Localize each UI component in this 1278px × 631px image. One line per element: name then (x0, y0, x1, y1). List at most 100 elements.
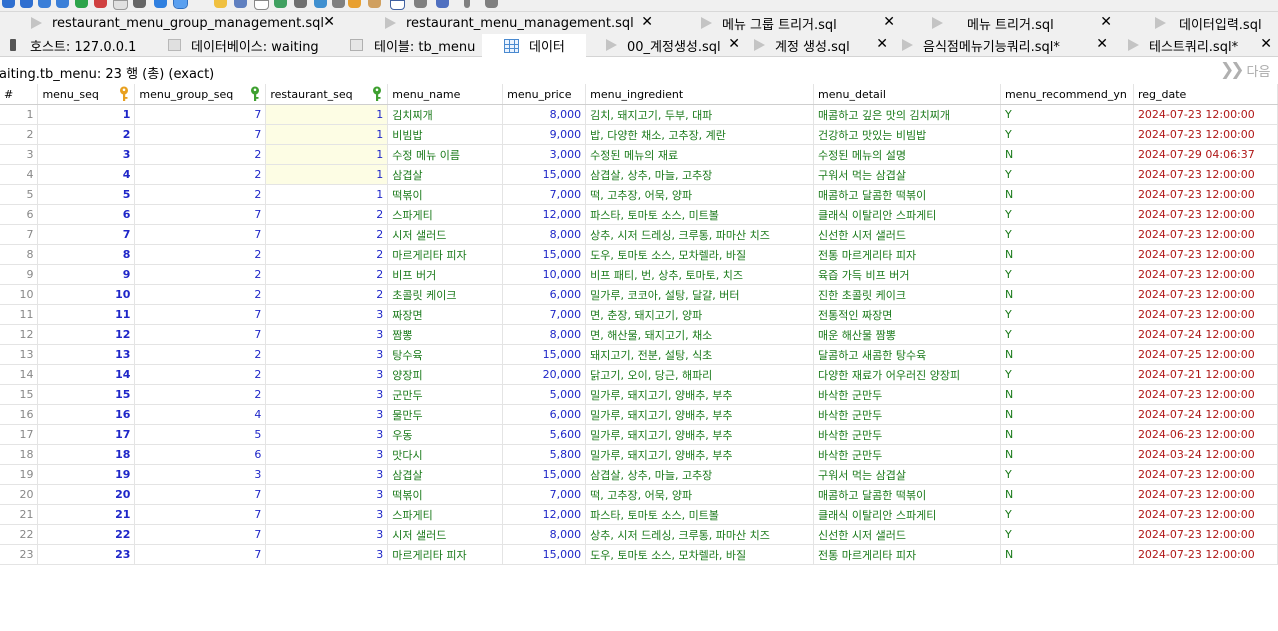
cell-menu-recommend-yn[interactable]: Y (1000, 324, 1134, 345)
delete-row-icon[interactable] (94, 0, 107, 8)
cell-menu-seq[interactable]: 18 (37, 444, 136, 465)
cell-restaurant-seq[interactable]: 1 (265, 104, 389, 125)
cell-menu-detail[interactable]: 전통적인 짜장면 (813, 304, 1001, 325)
table-row[interactable]: 23 23 7 3 마르게리타 피자 15,000 도우, 토마토 소스, 모차렐라, 바질… (0, 544, 1278, 565)
cell-menu-group-seq[interactable]: 7 (134, 544, 267, 565)
cell-menu-name[interactable]: 짜장면 (387, 304, 504, 325)
cell-menu-price[interactable]: 15,000 (502, 164, 587, 185)
cell-menu-ingredient[interactable]: 상추, 시저 드레싱, 크루통, 파마산 치즈 (585, 524, 815, 545)
cell-menu-name[interactable]: 비프 버거 (387, 264, 504, 285)
table-row[interactable]: 16 16 4 3 물만두 6,000 밀가루, 돼지고기, 양배추, 부추 바삭한 군만두 N… (0, 404, 1278, 425)
cell-menu-seq[interactable]: 3 (37, 144, 136, 165)
cancel-icon[interactable] (133, 0, 146, 8)
cell-menu-name[interactable]: 삼겹살 (387, 464, 504, 485)
close-icon[interactable]: ✕ (1100, 14, 1112, 30)
close-icon[interactable]: ✕ (323, 14, 335, 30)
cell-reg-date[interactable]: 2024-07-25 12:00:00 (1133, 344, 1278, 365)
cell-menu-seq[interactable]: 1 (37, 104, 136, 125)
cell-restaurant-seq[interactable]: 3 (265, 404, 389, 425)
table-row[interactable]: 2 2 7 1 비빔밥 9,000 밥, 다양한 채소, 고추장, 계란 건강하고 맛있는 비… (0, 124, 1278, 145)
cell-menu-group-seq[interactable]: 7 (134, 324, 267, 345)
cell-menu-detail[interactable]: 매운 해산물 짬뽕 (813, 324, 1001, 345)
save-icon[interactable] (234, 0, 247, 8)
table-row[interactable]: 1 1 7 1 김치찌개 8,000 김치, 돼지고기, 두부, 대파 매콤하고 깊은 맛의 … (0, 104, 1278, 125)
cell-menu-group-seq[interactable]: 7 (134, 124, 267, 145)
table-row[interactable]: 20 20 7 3 떡볶이 7,000 떡, 고추장, 어묵, 양파 매콤하고 달콤한 떡볶이… (0, 484, 1278, 505)
cell-menu-price[interactable]: 5,000 (502, 384, 587, 405)
cell-menu-name[interactable]: 맛다시 (387, 444, 504, 465)
cell-menu-ingredient[interactable]: 도우, 토마토 소스, 모차렐라, 바질 (585, 244, 815, 265)
cell-menu-recommend-yn[interactable]: Y (1000, 304, 1134, 325)
table-row[interactable]: 18 18 6 3 맛다시 5,800 밀가루, 돼지고기, 양배추, 부추 바삭한 군만두 N… (0, 444, 1278, 465)
cell-menu-ingredient[interactable]: 파스타, 토마토 소스, 미트볼 (585, 204, 815, 225)
cell-menu-name[interactable]: 군만두 (387, 384, 504, 405)
column-header-index[interactable]: # (0, 84, 39, 105)
cell-menu-recommend-yn[interactable]: N (1000, 444, 1134, 465)
cell-restaurant-seq[interactable]: 2 (265, 224, 389, 245)
tab-account-create[interactable]: 계정 생성.sql ✕ (746, 34, 894, 56)
cell-menu-group-seq[interactable]: 2 (134, 284, 267, 305)
tab-restaurant-menu-management[interactable]: restaurant_menu_management.sql ✕ (341, 12, 659, 34)
cell-menu-seq[interactable]: 20 (37, 484, 136, 505)
cell-menu-seq[interactable]: 12 (37, 324, 136, 345)
cell-menu-detail[interactable]: 매콤하고 달콤한 떡볶이 (813, 184, 1001, 205)
cell-menu-name[interactable]: 탕수육 (387, 344, 504, 365)
cell-menu-seq[interactable]: 21 (37, 504, 136, 525)
cell-menu-detail[interactable]: 바삭한 군만두 (813, 404, 1001, 425)
cell-reg-date[interactable]: 2024-07-23 12:00:00 (1133, 524, 1278, 545)
column-header-menu-recommend-yn[interactable]: menu_recommend_yn (1000, 84, 1134, 105)
table-row[interactable]: 8 8 2 2 마르게리타 피자 15,000 도우, 토마토 소스, 모차렐라, 바질 전통… (0, 244, 1278, 265)
format-icon[interactable] (314, 0, 327, 8)
cell-menu-group-seq[interactable]: 3 (134, 464, 267, 485)
cell-restaurant-seq[interactable]: 3 (265, 344, 389, 365)
cell-restaurant-seq[interactable]: 1 (265, 124, 389, 145)
insert-row-icon[interactable] (75, 0, 88, 8)
cell-reg-date[interactable]: 2024-07-29 04:06:37 (1133, 144, 1278, 165)
cell-menu-detail[interactable]: 클래식 이탈리안 스파게티 (813, 504, 1001, 525)
tab-data-input[interactable]: 데이터입력.sql (1118, 12, 1278, 34)
cell-reg-date[interactable]: 2024-07-23 12:00:00 (1133, 164, 1278, 185)
tab-data[interactable]: 데이터 (482, 34, 586, 57)
cell-menu-detail[interactable]: 바삭한 군만두 (813, 384, 1001, 405)
cell-menu-recommend-yn[interactable]: N (1000, 284, 1134, 305)
cell-menu-price[interactable]: 7,000 (502, 484, 587, 505)
cell-menu-price[interactable]: 15,000 (502, 464, 587, 485)
table-row[interactable]: 19 19 3 3 삼겹살 15,000 삼겹살, 상추, 마늘, 고추장 구워서 먹는 삼겹… (0, 464, 1278, 485)
cell-menu-price[interactable]: 7,000 (502, 304, 587, 325)
column-header-menu-group-seq[interactable]: menu_group_seq (134, 84, 267, 105)
cell-restaurant-seq[interactable]: 3 (265, 304, 389, 325)
cell-menu-seq[interactable]: 10 (37, 284, 136, 305)
column-header-menu-detail[interactable]: menu_detail (813, 84, 1001, 105)
close-icon[interactable]: ✕ (1096, 36, 1108, 52)
cell-menu-group-seq[interactable]: 7 (134, 304, 267, 325)
cell-reg-date[interactable]: 2024-07-23 12:00:00 (1133, 384, 1278, 405)
cell-menu-price[interactable]: 6,000 (502, 284, 587, 305)
cell-menu-recommend-yn[interactable]: N (1000, 244, 1134, 265)
tab-menu-group-trigger[interactable]: 메뉴 그룹 트리거.sql ✕ (659, 12, 901, 34)
cell-menu-name[interactable]: 물만두 (387, 404, 504, 425)
cell-menu-name[interactable]: 스파게티 (387, 504, 504, 525)
cell-reg-date[interactable]: 2024-07-23 12:00:00 (1133, 104, 1278, 125)
cell-reg-date[interactable]: 2024-07-21 12:00:00 (1133, 364, 1278, 385)
table-row[interactable]: 13 13 2 3 탕수육 15,000 돼지고기, 전분, 설탕, 식초 달콤하고 새콤한 … (0, 344, 1278, 365)
cell-restaurant-seq[interactable]: 3 (265, 384, 389, 405)
close-icon[interactable]: ✕ (1260, 36, 1272, 52)
cell-menu-recommend-yn[interactable]: Y (1000, 524, 1134, 545)
column-header-reg-date[interactable]: reg_date (1133, 84, 1278, 105)
run-selection-icon[interactable] (173, 0, 188, 9)
cell-menu-ingredient[interactable]: 면, 춘장, 돼지고기, 양파 (585, 304, 815, 325)
info-icon[interactable] (20, 0, 33, 8)
cell-menu-recommend-yn[interactable]: Y (1000, 164, 1134, 185)
cell-menu-seq[interactable]: 19 (37, 464, 136, 485)
cell-menu-detail[interactable]: 건강하고 맛있는 비빔밥 (813, 124, 1001, 145)
cell-menu-price[interactable]: 20,000 (502, 364, 587, 385)
cell-restaurant-seq[interactable]: 3 (265, 544, 389, 565)
cell-menu-recommend-yn[interactable]: N (1000, 384, 1134, 405)
open-folder-icon[interactable] (214, 0, 227, 8)
table-row[interactable]: 17 17 5 3 우동 5,600 밀가루, 돼지고기, 양배추, 부추 바삭한 군만두 N 2… (0, 424, 1278, 445)
cell-menu-ingredient[interactable]: 삼겹살, 상추, 마늘, 고추장 (585, 464, 815, 485)
cell-menu-price[interactable]: 8,000 (502, 324, 587, 345)
cell-menu-ingredient[interactable]: 밀가루, 돼지고기, 양배추, 부추 (585, 424, 815, 445)
cell-menu-detail[interactable]: 신선한 시저 샐러드 (813, 524, 1001, 545)
cell-menu-group-seq[interactable]: 6 (134, 444, 267, 465)
